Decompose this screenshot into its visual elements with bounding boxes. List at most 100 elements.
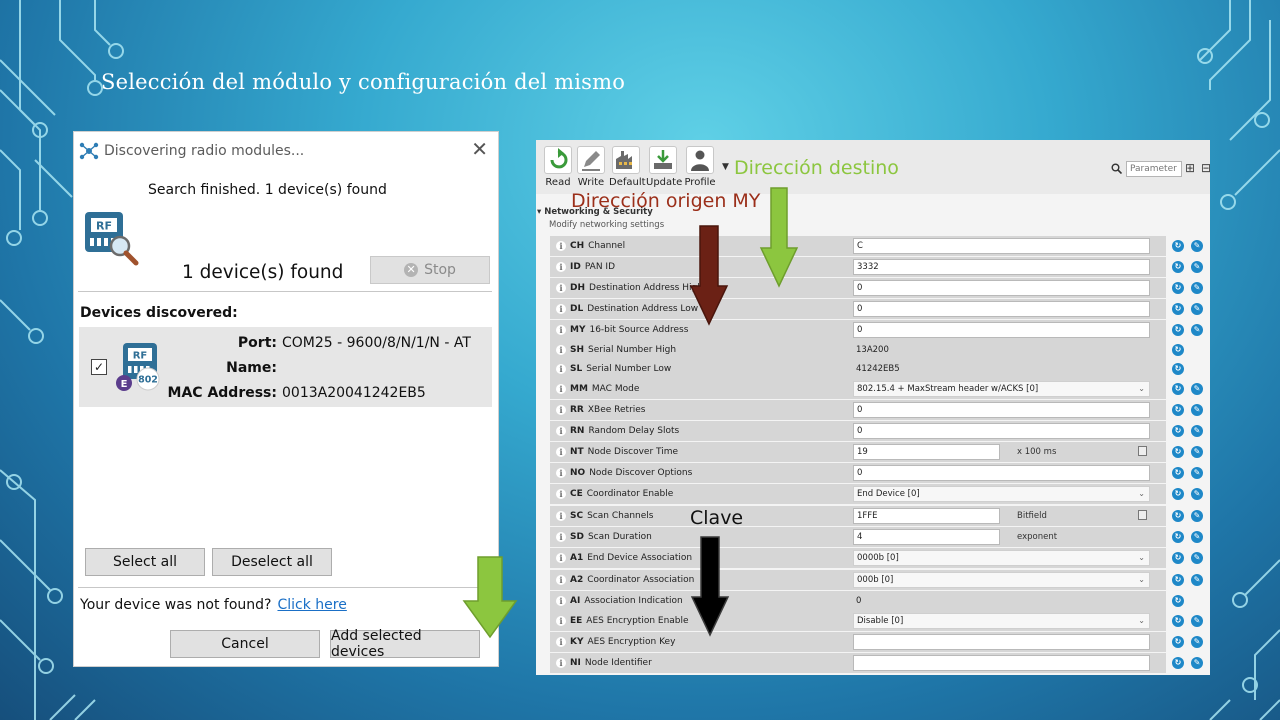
info-icon[interactable]: i bbox=[556, 283, 566, 293]
refresh-icon[interactable]: ↻ bbox=[1172, 324, 1184, 336]
param-value-input[interactable]: 19 bbox=[853, 444, 1000, 460]
info-icon[interactable]: i bbox=[556, 262, 566, 272]
param-value-input[interactable]: 0 bbox=[853, 301, 1150, 317]
param-value-input[interactable]: 0 bbox=[853, 402, 1150, 418]
info-icon[interactable]: i bbox=[556, 616, 566, 626]
write-param-icon[interactable]: ✎ bbox=[1191, 467, 1203, 479]
param-label: NT Node Discover Time bbox=[570, 447, 678, 457]
param-value-input[interactable] bbox=[853, 655, 1150, 671]
write-param-icon[interactable]: ✎ bbox=[1191, 303, 1203, 315]
write-param-icon[interactable]: ✎ bbox=[1191, 657, 1203, 669]
parameter-search-input[interactable]: Parameter bbox=[1126, 161, 1182, 177]
info-icon[interactable]: i bbox=[556, 364, 566, 374]
param-value-select[interactable]: 000b [0] ⌄ bbox=[853, 572, 1150, 588]
info-icon[interactable]: i bbox=[556, 405, 566, 415]
info-icon[interactable]: i bbox=[556, 241, 566, 251]
info-icon[interactable]: i bbox=[556, 511, 566, 521]
refresh-icon[interactable]: ↻ bbox=[1172, 531, 1184, 543]
param-label: NI Node Identifier bbox=[570, 658, 652, 668]
refresh-icon[interactable]: ↻ bbox=[1172, 595, 1184, 607]
param-value-input[interactable] bbox=[853, 634, 1150, 650]
param-value-input[interactable]: 0 bbox=[853, 465, 1150, 481]
info-icon[interactable]: i bbox=[556, 637, 566, 647]
cancel-button[interactable]: Cancel bbox=[170, 630, 320, 658]
refresh-icon[interactable]: ↻ bbox=[1172, 510, 1184, 522]
param-value-select[interactable]: 0000b [0] ⌄ bbox=[853, 550, 1150, 566]
read-button[interactable]: Read bbox=[541, 146, 575, 188]
param-value-select[interactable]: Disable [0] ⌄ bbox=[853, 613, 1150, 629]
refresh-icon[interactable]: ↻ bbox=[1172, 303, 1184, 315]
param-value-input[interactable]: 0 bbox=[853, 423, 1150, 439]
param-value-input[interactable]: C bbox=[853, 238, 1150, 254]
refresh-icon[interactable]: ↻ bbox=[1172, 261, 1184, 273]
write-param-icon[interactable]: ✎ bbox=[1191, 552, 1203, 564]
refresh-icon[interactable]: ↻ bbox=[1172, 383, 1184, 395]
info-icon[interactable]: i bbox=[556, 384, 566, 394]
update-button[interactable]: Update bbox=[646, 146, 682, 188]
device-list-item[interactable]: ✓ RF E 802 Port: COM25 - 9600/8/N/1/N - … bbox=[79, 327, 492, 407]
info-icon[interactable]: i bbox=[556, 426, 566, 436]
write-param-icon[interactable]: ✎ bbox=[1191, 531, 1203, 543]
refresh-icon[interactable]: ↻ bbox=[1172, 240, 1184, 252]
info-icon[interactable]: i bbox=[556, 325, 566, 335]
param-value-select[interactable]: End Device [0] ⌄ bbox=[853, 486, 1150, 502]
info-icon[interactable]: i bbox=[556, 468, 566, 478]
info-icon[interactable]: i bbox=[556, 304, 566, 314]
write-param-icon[interactable]: ✎ bbox=[1191, 240, 1203, 252]
write-button[interactable]: Write bbox=[574, 146, 608, 188]
calculator-icon[interactable] bbox=[1138, 446, 1147, 456]
param-value-input[interactable]: 1FFE bbox=[853, 508, 1000, 524]
profile-button[interactable]: Profile bbox=[683, 146, 717, 188]
write-param-icon[interactable]: ✎ bbox=[1191, 404, 1203, 416]
param-value-input[interactable]: 4 bbox=[853, 529, 1000, 545]
write-param-icon[interactable]: ✎ bbox=[1191, 446, 1203, 458]
info-icon[interactable]: i bbox=[556, 447, 566, 457]
param-value-input[interactable]: 3332 bbox=[853, 259, 1150, 275]
info-icon[interactable]: i bbox=[556, 575, 566, 585]
expand-icon[interactable]: ⊞ bbox=[1185, 161, 1195, 175]
refresh-icon[interactable]: ↻ bbox=[1172, 657, 1184, 669]
info-icon[interactable]: i bbox=[556, 345, 566, 355]
chevron-down-icon[interactable]: ▼ bbox=[722, 162, 729, 172]
info-icon[interactable]: i bbox=[556, 489, 566, 499]
select-all-button[interactable]: Select all bbox=[85, 548, 205, 576]
write-param-icon[interactable]: ✎ bbox=[1191, 324, 1203, 336]
refresh-icon[interactable]: ↻ bbox=[1172, 574, 1184, 586]
write-param-icon[interactable]: ✎ bbox=[1191, 261, 1203, 273]
device-checkbox[interactable]: ✓ bbox=[91, 359, 107, 375]
write-param-icon[interactable]: ✎ bbox=[1191, 282, 1203, 294]
refresh-icon[interactable]: ↻ bbox=[1172, 488, 1184, 500]
refresh-icon[interactable]: ↻ bbox=[1172, 425, 1184, 437]
default-button[interactable]: Default bbox=[609, 146, 646, 188]
deselect-all-button[interactable]: Deselect all bbox=[212, 548, 332, 576]
info-icon[interactable]: i bbox=[556, 532, 566, 542]
refresh-icon[interactable]: ↻ bbox=[1172, 404, 1184, 416]
write-param-icon[interactable]: ✎ bbox=[1191, 488, 1203, 500]
param-value-input[interactable]: 0 bbox=[853, 280, 1150, 296]
close-icon[interactable]: ✕ bbox=[471, 139, 488, 159]
stop-button[interactable]: ✕ Stop bbox=[370, 256, 490, 284]
info-icon[interactable]: i bbox=[556, 658, 566, 668]
info-icon[interactable]: i bbox=[556, 596, 566, 606]
collapse-icon[interactable]: ⊟ bbox=[1201, 161, 1210, 175]
refresh-icon[interactable]: ↻ bbox=[1172, 446, 1184, 458]
add-selected-devices-button[interactable]: Add selected devices bbox=[330, 628, 480, 660]
write-param-icon[interactable]: ✎ bbox=[1191, 383, 1203, 395]
param-value-input[interactable]: 0 bbox=[853, 322, 1150, 338]
param-value-select[interactable]: 802.15.4 + MaxStream header w/ACKS [0] ⌄ bbox=[853, 381, 1150, 397]
click-here-link[interactable]: Click here bbox=[277, 597, 346, 613]
refresh-icon[interactable]: ↻ bbox=[1172, 636, 1184, 648]
refresh-icon[interactable]: ↻ bbox=[1172, 467, 1184, 479]
write-param-icon[interactable]: ✎ bbox=[1191, 574, 1203, 586]
write-param-icon[interactable]: ✎ bbox=[1191, 510, 1203, 522]
refresh-icon[interactable]: ↻ bbox=[1172, 344, 1184, 356]
calculator-icon[interactable] bbox=[1138, 510, 1147, 520]
refresh-icon[interactable]: ↻ bbox=[1172, 363, 1184, 375]
refresh-icon[interactable]: ↻ bbox=[1172, 282, 1184, 294]
refresh-icon[interactable]: ↻ bbox=[1172, 552, 1184, 564]
write-param-icon[interactable]: ✎ bbox=[1191, 425, 1203, 437]
write-param-icon[interactable]: ✎ bbox=[1191, 615, 1203, 627]
refresh-icon[interactable]: ↻ bbox=[1172, 615, 1184, 627]
write-param-icon[interactable]: ✎ bbox=[1191, 636, 1203, 648]
info-icon[interactable]: i bbox=[556, 553, 566, 563]
